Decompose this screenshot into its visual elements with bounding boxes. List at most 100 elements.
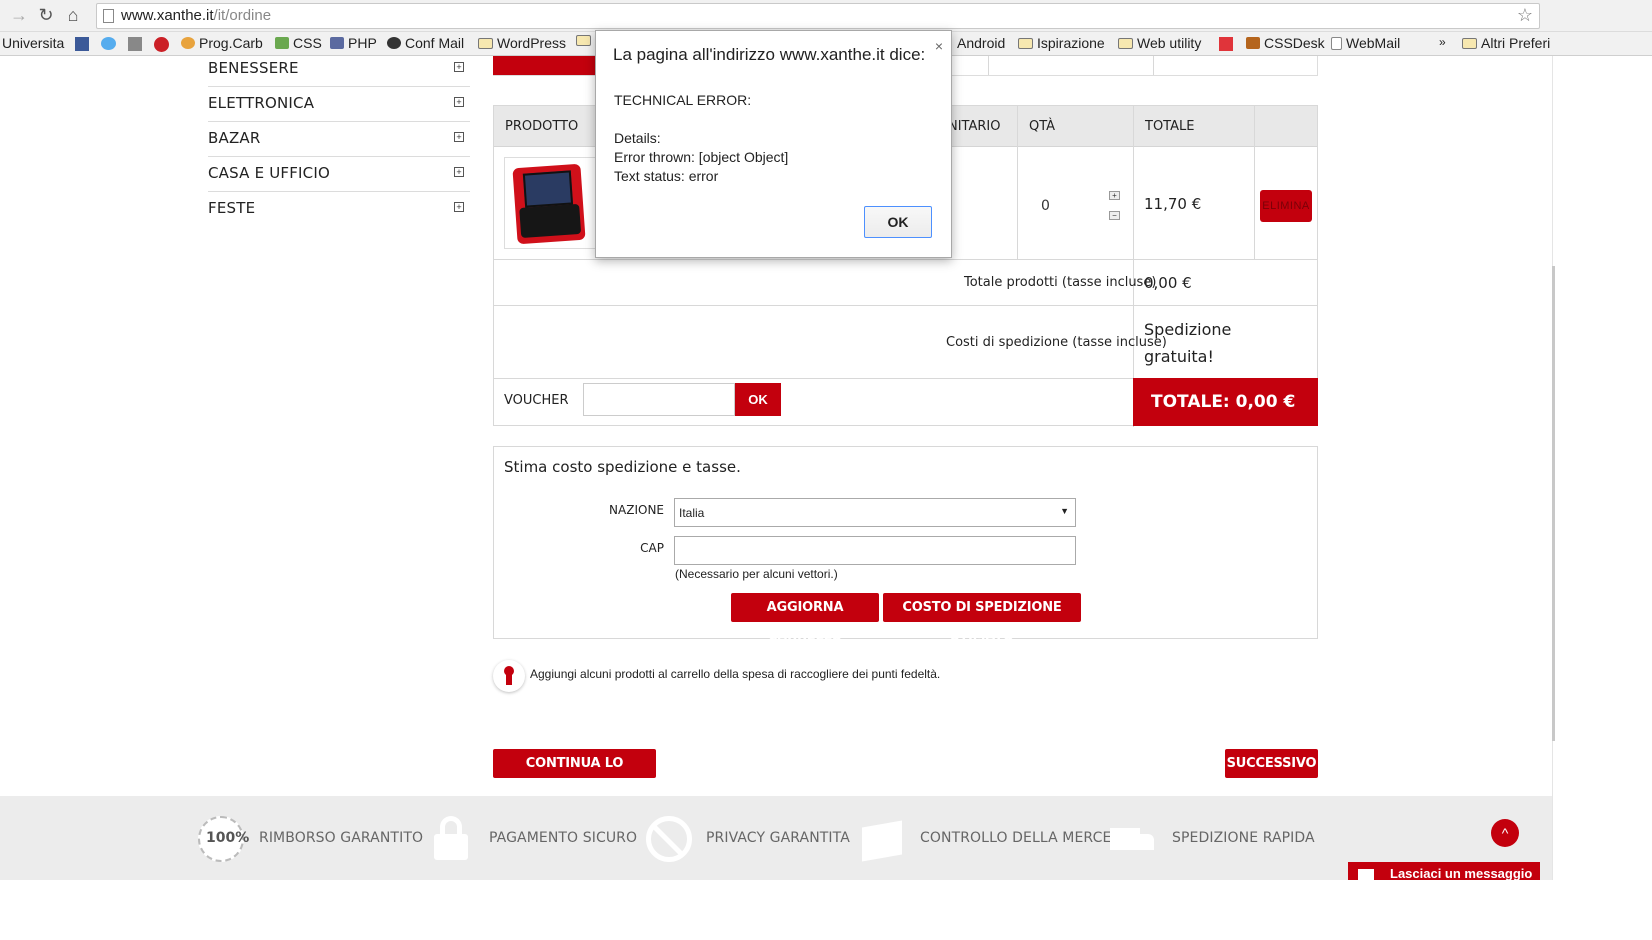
shipping-label: Costi di spedizione (tasse incluse) — [946, 335, 1167, 350]
grand-total: TOTALE: 0,00 € — [1133, 378, 1318, 426]
qty-plus-icon[interactable]: + — [1109, 191, 1120, 200]
bookmark-universita[interactable]: Universita — [2, 35, 64, 51]
page-icon — [103, 9, 114, 23]
item-total: 11,70 € — [1144, 195, 1202, 213]
folder-icon — [576, 35, 591, 46]
scrollbar-thumb[interactable] — [1552, 266, 1555, 741]
bookmark-conf-mail[interactable]: Conf Mail — [387, 35, 464, 51]
voucher-input[interactable] — [583, 383, 735, 416]
update-cart-button[interactable]: AGGIORNA CARRELLO — [731, 593, 879, 644]
page-scrollbar[interactable] — [1552, 56, 1652, 880]
chat-widget-button[interactable]: Lasciaci un messaggio — [1348, 862, 1540, 880]
dropdown-arrow-icon: ▼ — [1060, 506, 1069, 516]
folder-icon — [1018, 37, 1033, 49]
delete-button[interactable]: ELIMINA — [1260, 190, 1312, 222]
next-button[interactable]: SUCCESSIVO — [1225, 749, 1318, 778]
header-qty: QTÀ — [1029, 119, 1056, 134]
dialog-error-heading: TECHNICAL ERROR: — [614, 92, 752, 108]
chrome-icon — [181, 37, 195, 49]
dialog-title: La pagina all'indirizzo www.xanthe.it di… — [613, 45, 926, 64]
dialog-ok-button[interactable]: OK — [864, 206, 932, 238]
country-value: Italia — [679, 506, 705, 520]
expand-icon[interactable]: + — [454, 202, 464, 212]
estimate-shipping-button[interactable]: COSTO DI SPEDIZIONE STIMATO — [883, 593, 1081, 644]
folder-icon — [1462, 37, 1477, 49]
twitter-icon[interactable] — [101, 37, 116, 50]
expand-icon[interactable]: + — [454, 97, 464, 107]
php-icon — [330, 37, 344, 49]
estimate-title: Stima costo spedizione e tasse. — [504, 458, 741, 476]
zip-input[interactable] — [674, 536, 1076, 565]
expand-icon[interactable]: + — [454, 62, 464, 72]
continue-shopping-button[interactable]: CONTINUA LO SHOPPING — [493, 749, 656, 800]
shipping-value-line2: gratuita! — [1144, 347, 1214, 366]
reload-icon[interactable]: ↻ — [35, 4, 57, 26]
app-red-icon[interactable] — [1219, 37, 1233, 51]
category-elettronica[interactable]: ELETTRONICA + — [208, 87, 470, 122]
loyalty-message: Aggiungi alcuni prodotti al carrello del… — [530, 667, 941, 681]
dialog-details: Details: — [614, 130, 661, 146]
box-icon — [858, 816, 904, 862]
country-label: NAZIONE — [609, 503, 664, 517]
qty-minus-icon[interactable]: − — [1109, 211, 1120, 220]
padlock-icon — [426, 816, 472, 862]
voucher-label: VOUCHER — [504, 393, 569, 408]
forward-icon[interactable]: → — [8, 4, 30, 26]
no-entry-icon — [646, 816, 692, 862]
facebook-icon[interactable] — [75, 37, 89, 51]
bookmark-wordpress[interactable]: WordPress — [478, 35, 566, 51]
url-text: www.xanthe.it/it/ordine — [121, 7, 272, 24]
bookmark-star-icon[interactable]: ☆ — [1517, 5, 1533, 26]
product-image[interactable] — [504, 157, 596, 249]
mail-icon — [387, 37, 401, 49]
bookmark-php[interactable]: PHP — [330, 35, 377, 51]
bookmark-hidden[interactable] — [576, 35, 591, 46]
category-benessere[interactable]: BENESSERE + — [208, 52, 470, 87]
zip-hint: (Necessario per alcuni vettori.) — [675, 567, 838, 581]
category-casa-ufficio[interactable]: CASA E UFFICIO + — [208, 157, 470, 192]
truck-icon — [1108, 816, 1154, 862]
expand-icon[interactable]: + — [454, 167, 464, 177]
feature-goods-check: CONTROLLO DELLA MERCE — [920, 830, 1112, 846]
loyalty-ribbon-icon — [493, 660, 525, 692]
address-bar[interactable]: www.xanthe.it/it/ordine ☆ — [96, 3, 1540, 29]
dialog-text-status: Text status: error — [614, 168, 719, 184]
category-bazar[interactable]: BAZAR + — [208, 122, 470, 157]
dialog-error-thrown: Error thrown: [object Object] — [614, 149, 789, 165]
zip-label: CAP — [640, 541, 664, 555]
pinterest-icon[interactable] — [154, 37, 169, 52]
bookmark-webmail[interactable]: WebMail — [1331, 35, 1400, 51]
header-total: TOTALE — [1145, 119, 1195, 134]
bookmark-css[interactable]: CSS — [275, 35, 322, 51]
page-icon — [1331, 36, 1342, 50]
feature-fast-shipping: SPEDIZIONE RAPIDA — [1172, 830, 1315, 846]
shipping-estimate-panel: Stima costo spedizione e tasse. NAZIONE … — [493, 446, 1318, 644]
header-product: PRODOTTO — [505, 119, 579, 134]
envelope-icon — [1358, 869, 1374, 880]
bookmark-android[interactable]: Android — [957, 35, 1005, 51]
bookmark-web-utility[interactable]: Web utility — [1118, 35, 1201, 51]
voucher-ok-button[interactable]: OK — [735, 383, 781, 416]
country-select[interactable]: Italia ▼ — [674, 498, 1076, 527]
refund-badge-icon: 100% — [198, 816, 249, 862]
checkout-step-active — [493, 56, 603, 75]
browser-toolbar: → ↻ ⌂ www.xanthe.it/it/ordine ☆ — [0, 0, 1652, 32]
header-unit-price: NITARIO — [948, 119, 1001, 134]
css-icon — [275, 37, 289, 49]
quantity-value[interactable]: 0 — [1041, 198, 1050, 214]
category-feste[interactable]: FESTE + — [208, 192, 470, 227]
cssdesk-icon — [1246, 37, 1260, 49]
bookmarks-overflow[interactable]: » — [1439, 35, 1446, 49]
close-icon[interactable]: × — [935, 38, 943, 54]
home-icon[interactable]: ⌂ — [62, 4, 84, 26]
scroll-to-top-icon[interactable]: ^ — [1491, 819, 1519, 847]
bookmark-cssdesk[interactable]: CSSDesk — [1246, 35, 1325, 51]
bookmark-prog-carb[interactable]: Prog.Carb — [181, 35, 263, 51]
bookmark-other[interactable]: Altri Preferi — [1462, 35, 1550, 51]
app-icon[interactable] — [128, 37, 142, 51]
feature-privacy: PRIVACY GARANTITA — [706, 830, 850, 846]
expand-icon[interactable]: + — [454, 132, 464, 142]
feature-secure-payment: PAGAMENTO SICURO — [489, 830, 638, 846]
bookmark-ispirazione[interactable]: Ispirazione — [1018, 35, 1105, 51]
products-total-value: 0,00 € — [1144, 274, 1192, 292]
